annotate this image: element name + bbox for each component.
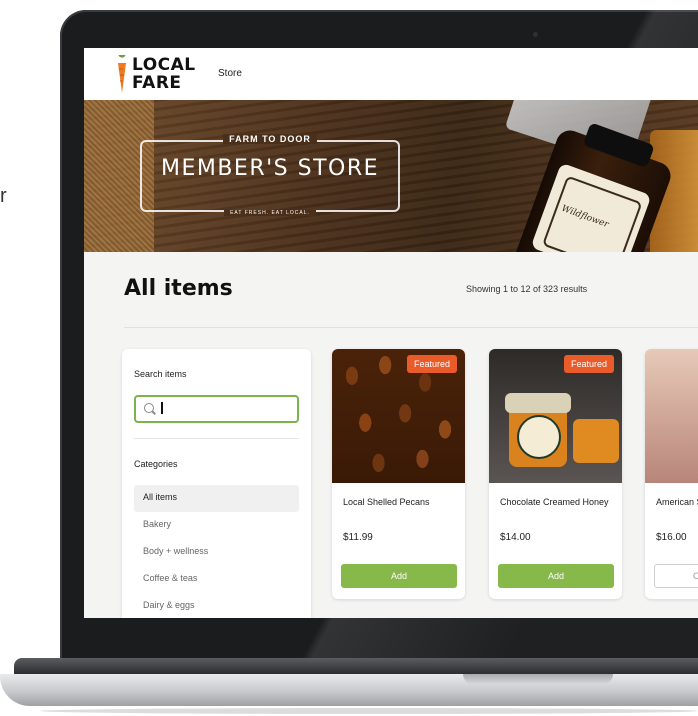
category-bakery[interactable]: Bakery [134,512,299,539]
product-name[interactable]: Local Shelled Pecans [343,496,455,509]
honey-jar-lid [505,393,571,413]
sidebar-divider [134,438,299,439]
members-store-sign: FARM TO DOOR MEMBER'S STORE EAT FRESH. E… [140,134,400,216]
featured-badge: Featured [406,355,457,373]
search-icon [144,403,154,413]
jar-label: Wildflower [530,162,652,252]
camera-icon [533,32,538,37]
honey-jar-secondary [573,419,619,463]
category-coffee-teas[interactable]: Coffee & teas [134,566,299,593]
product-price: $16.00 [656,532,687,543]
laptop-notch [463,674,613,684]
sign-tagline-text: FARM TO DOOR [223,134,317,144]
product-card[interactable]: American Scrub $16.00 Ou [645,349,698,599]
page-title: All items [124,276,233,301]
logo-wordmark: LOCAL FARE [132,56,196,92]
jar-label-border: Wildflower [542,175,643,252]
sign-title: MEMBER'S STORE [160,156,380,181]
laptop-shadow [40,708,698,714]
sign-subtitle: EAT FRESH. EAT LOCAL. [142,210,398,216]
out-of-stock-button[interactable]: Ou [654,564,698,588]
category-all-items[interactable]: All items [134,485,299,512]
add-to-cart-button[interactable]: Add [341,564,457,588]
product-image-scrub[interactable] [645,349,698,483]
categories-heading: Categories [134,459,178,469]
store-header: LOCAL FARE Store [84,48,698,101]
result-count: Showing 1 to 12 of 323 results [466,284,588,294]
hero-banner: Wildflower FARM TO DOOR MEMBER'S STORE E… [84,100,698,252]
product-card[interactable]: Featured Local Shelled Pecans $11.99 Add [332,349,465,599]
laptop-screen: LOCAL FARE Store Wildflower FARM TO DOOR… [84,48,698,618]
stray-text: r [0,185,7,207]
nav-store-link[interactable]: Store [218,68,242,79]
logo-line-2: FARE [132,73,182,93]
search-label: Search items [134,369,187,379]
carrot-icon [118,55,126,93]
add-to-cart-button[interactable]: Add [498,564,614,588]
sign-subtitle-text: EAT FRESH. EAT LOCAL. [224,210,316,216]
category-body-wellness[interactable]: Body + wellness [134,539,299,566]
product-price: $11.99 [343,532,373,543]
search-input[interactable] [160,400,294,418]
product-name[interactable]: Chocolate Creamed Honey [500,496,612,509]
product-name[interactable]: American Scrub [656,496,698,509]
listing-divider [124,327,698,328]
featured-badge: Featured [563,355,614,373]
logo-line-1: LOCAL [132,55,196,75]
product-price: $14.00 [500,532,531,543]
laptop-base [0,658,698,716]
search-box[interactable] [134,395,299,423]
honey-jar-label [517,415,561,459]
category-list: All items Bakery Body + wellness Coffee … [134,485,299,618]
laptop-hinge [14,658,698,674]
filter-sidebar: Search items Categories All items Bakery… [122,349,311,618]
jar-label-text: Wildflower [559,203,610,231]
sign-tagline: FARM TO DOOR [142,134,398,144]
local-fare-logo[interactable]: LOCAL FARE [114,53,202,95]
text-caret [161,402,163,414]
product-card[interactable]: Featured Chocolate Creamed Honey $14.00 … [489,349,622,599]
category-dairy-eggs[interactable]: Dairy & eggs [134,593,299,618]
